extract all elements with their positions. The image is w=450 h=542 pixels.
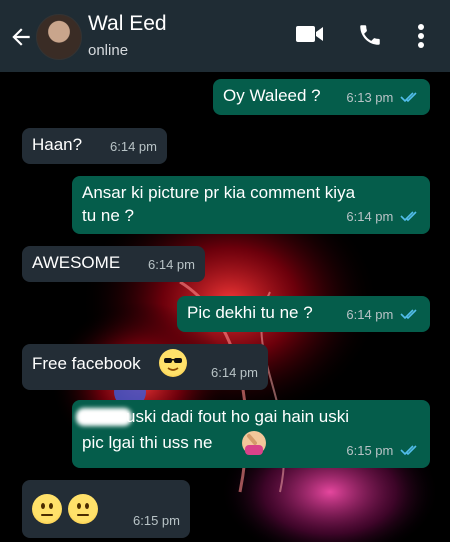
message-bubble-incoming[interactable]: 6:15 pm bbox=[22, 480, 190, 538]
chat-header: Wal Eed online bbox=[0, 0, 450, 72]
message-meta: 6:14 pm bbox=[346, 206, 420, 228]
message-bubble-incoming[interactable]: Free facebook 6:14 pm bbox=[22, 344, 268, 390]
double-check-read-icon bbox=[400, 445, 417, 456]
message-time: 6:13 pm bbox=[346, 90, 394, 105]
message-text-line: Ansar ki picture pr kia comment kiya bbox=[82, 183, 356, 202]
double-check-read-icon bbox=[400, 309, 417, 320]
phone-call-icon[interactable] bbox=[357, 22, 383, 48]
back-arrow-icon[interactable] bbox=[8, 24, 34, 50]
message-bubble-outgoing[interactable]: Ansar ki picture pr kia comment kiya tu … bbox=[72, 176, 430, 234]
message-meta: 6:13 pm bbox=[346, 87, 420, 109]
message-text: AWESOME bbox=[32, 253, 121, 272]
avatar[interactable] bbox=[36, 14, 82, 60]
message-bubble-incoming[interactable]: Haan? 6:14 pm bbox=[22, 128, 167, 164]
message-bubble-outgoing[interactable]: uski dadi fout ho gai hain uski pic lgai… bbox=[72, 400, 430, 468]
contact-status: online bbox=[88, 42, 129, 59]
message-bubble-outgoing[interactable]: Oy Waleed ? 6:13 pm bbox=[213, 79, 430, 115]
message-time: 6:14 pm bbox=[110, 139, 157, 154]
neutral-face-emoji-icon bbox=[68, 494, 98, 524]
message-text-line: uski dadi fout ho gai hain uski bbox=[126, 407, 350, 426]
video-call-icon[interactable] bbox=[296, 24, 324, 44]
message-text: Pic dekhi tu ne ? bbox=[187, 303, 313, 322]
message-time: 6:14 pm bbox=[148, 257, 195, 272]
message-time: 6:14 pm bbox=[346, 209, 394, 224]
message-time: 6:15 pm bbox=[346, 443, 394, 458]
message-meta: 6:15 pm bbox=[346, 440, 420, 462]
message-text-line: tu ne ? bbox=[82, 206, 134, 225]
message-list[interactable]: Oy Waleed ? 6:13 pm Haan? 6:14 pm Ansar … bbox=[0, 72, 450, 542]
message-text: Oy Waleed ? bbox=[223, 86, 321, 105]
redacted-name bbox=[76, 408, 132, 426]
message-time: 6:14 pm bbox=[346, 307, 394, 322]
message-text-line: pic lgai thi uss ne bbox=[82, 433, 213, 452]
contact-name[interactable]: Wal Eed bbox=[88, 12, 167, 36]
facepalm-emoji-icon bbox=[242, 431, 266, 455]
message-time: 6:14 pm bbox=[211, 365, 258, 380]
message-meta: 6:14 pm bbox=[346, 304, 420, 326]
message-time: 6:15 pm bbox=[133, 513, 180, 528]
message-text: Free facebook bbox=[32, 354, 141, 373]
neutral-face-emoji-icon bbox=[32, 494, 62, 524]
message-bubble-incoming[interactable]: AWESOME 6:14 pm bbox=[22, 246, 205, 282]
double-check-read-icon bbox=[400, 211, 417, 222]
more-options-icon[interactable] bbox=[416, 22, 426, 50]
message-text: Haan? bbox=[32, 135, 83, 154]
sunglasses-emoji-icon bbox=[159, 349, 187, 377]
double-check-read-icon bbox=[400, 92, 417, 103]
message-bubble-outgoing[interactable]: Pic dekhi tu ne ? 6:14 pm bbox=[177, 296, 430, 332]
